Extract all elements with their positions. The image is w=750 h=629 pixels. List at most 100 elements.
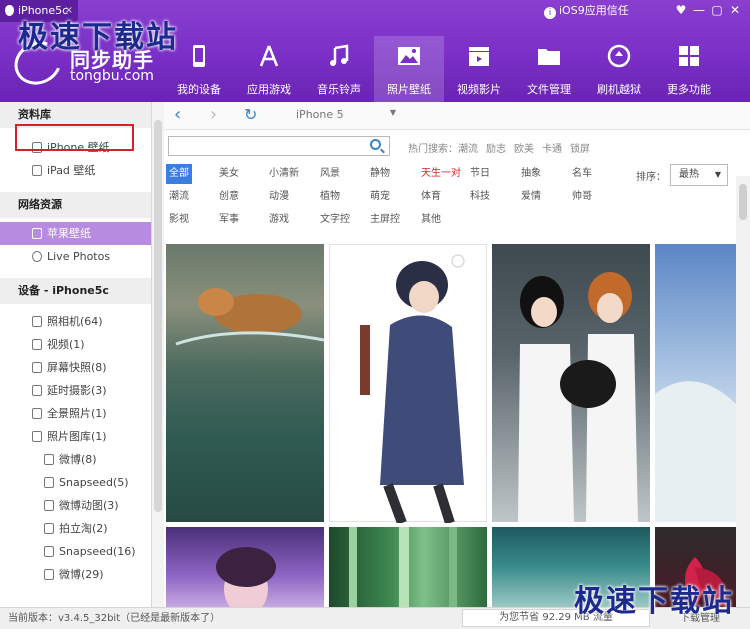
- snow-landscape-image: [655, 381, 736, 522]
- window-controls: ♥ — ▢ ✕: [672, 3, 744, 17]
- hot-term[interactable]: 励志: [486, 144, 506, 155]
- toolbar: ‹ › ↻ iPhone 5 ▼: [164, 102, 750, 130]
- category-item[interactable]: 节日: [467, 164, 493, 184]
- sidebar-item-live-photos[interactable]: Live Photos: [0, 245, 151, 268]
- wallpaper-thumbnail[interactable]: [329, 244, 487, 525]
- sidebar-item-timelapse[interactable]: 延时摄影(3): [0, 379, 151, 402]
- category-item[interactable]: 军事: [216, 210, 242, 230]
- close-button[interactable]: ✕: [726, 3, 744, 17]
- category-item[interactable]: 抽象: [518, 164, 544, 184]
- wallpaper-thumbnail[interactable]: [329, 527, 487, 607]
- category-item[interactable]: 名车: [569, 164, 595, 184]
- wallpaper-thumbnail[interactable]: [166, 527, 324, 607]
- sidebar-subitem[interactable]: 微博动图(3): [0, 494, 151, 517]
- category-item[interactable]: 文字控: [317, 210, 353, 230]
- album-icon: [32, 431, 42, 442]
- category-item[interactable]: 影视: [166, 210, 192, 230]
- sidebar-item-panorama[interactable]: 全景照片(1): [0, 402, 151, 425]
- sidebar-subitem[interactable]: 拍立淘(2): [0, 517, 151, 540]
- nav-apps-games[interactable]: 应用游戏: [234, 36, 304, 102]
- nav-label: 文件管理: [527, 83, 571, 96]
- album-icon: [44, 523, 54, 534]
- search-icon[interactable]: [370, 139, 381, 150]
- category-item[interactable]: 科技: [467, 187, 493, 207]
- category-item[interactable]: 游戏: [266, 210, 292, 230]
- category-item[interactable]: 美女: [216, 164, 242, 184]
- album-icon: [44, 500, 54, 511]
- sort-select[interactable]: 最热 ▼: [670, 164, 728, 186]
- nav-music[interactable]: 音乐铃声: [304, 36, 374, 102]
- nav-flash-jailbreak[interactable]: 刷机越狱: [584, 36, 654, 102]
- camera-icon: [32, 316, 42, 327]
- sidebar-subitem[interactable]: 微博(29): [0, 563, 151, 586]
- category-item[interactable]: 植物: [317, 187, 343, 207]
- hot-term[interactable]: 卡通: [542, 144, 562, 155]
- forward-button[interactable]: ›: [210, 105, 217, 125]
- category-item[interactable]: 帅哥: [569, 187, 595, 207]
- scrollbar-thumb[interactable]: [154, 120, 162, 512]
- category-item[interactable]: 潮流: [166, 187, 192, 207]
- sidebar-item-label: 屏幕快照(8): [47, 361, 107, 374]
- sort-label: 排序：: [636, 172, 666, 183]
- ios9-trust-link[interactable]: i iOS9应用信任: [544, 3, 629, 19]
- album-icon: [32, 408, 42, 419]
- sidebar-header-device: 设备 - iPhone5c: [0, 278, 151, 304]
- minimize-button[interactable]: —: [690, 3, 708, 17]
- ipad-icon: [32, 165, 42, 176]
- sort-value: 最热: [679, 169, 699, 180]
- wallpaper-thumbnail[interactable]: [166, 244, 325, 522]
- category-all[interactable]: 全部: [166, 164, 192, 184]
- album-icon: [44, 569, 54, 580]
- sidebar-subitem[interactable]: Snapseed(16): [0, 540, 151, 563]
- sidebar-scrollbar[interactable]: [152, 102, 164, 607]
- tiger-image: [175, 288, 325, 346]
- category-item[interactable]: 小清新: [266, 164, 302, 184]
- search-input[interactable]: [168, 136, 390, 156]
- sidebar-item-apple-wallpaper[interactable]: 苹果壁纸: [0, 222, 151, 245]
- sidebar-item-ipad-wallpaper[interactable]: iPad 壁纸: [0, 159, 151, 182]
- two-girls-image: [518, 272, 638, 522]
- category-item[interactable]: 天生一对: [418, 164, 464, 184]
- sidebar-item-video[interactable]: 视频(1): [0, 333, 151, 356]
- hot-term[interactable]: 潮流: [458, 144, 478, 155]
- hot-term[interactable]: 欧美: [514, 144, 534, 155]
- category-item[interactable]: 静物: [367, 164, 393, 184]
- device-select[interactable]: iPhone 5 ▼: [296, 108, 396, 121]
- scrollbar-thumb[interactable]: [739, 184, 747, 220]
- refresh-button[interactable]: ↻: [244, 105, 257, 125]
- sidebar-item-screenshots[interactable]: 屏幕快照(8): [0, 356, 151, 379]
- nav-video[interactable]: 视频影片: [444, 36, 514, 102]
- category-item[interactable]: 萌宠: [367, 187, 393, 207]
- sidebar-item-label: 微博动图(3): [59, 499, 119, 512]
- selection-highlight-box: [15, 124, 134, 151]
- nav-more[interactable]: 更多功能: [654, 36, 724, 102]
- maximize-button[interactable]: ▢: [708, 3, 726, 17]
- wallpaper-thumbnail[interactable]: [655, 244, 736, 522]
- bamboo-image: [349, 527, 457, 607]
- picture-icon: [32, 228, 42, 239]
- sidebar-subitem[interactable]: Snapseed(5): [0, 471, 151, 494]
- sidebar-subitem[interactable]: 微博(8): [0, 448, 151, 471]
- sidebar-item-label: 视频(1): [47, 338, 85, 351]
- category-item[interactable]: 主屏控: [367, 210, 403, 230]
- favorite-icon[interactable]: ♥: [672, 3, 690, 17]
- logo-subtitle: tongbu.com: [70, 68, 154, 84]
- sidebar-item-camera[interactable]: 照相机(64): [0, 310, 151, 333]
- category-item[interactable]: 其他: [418, 210, 444, 230]
- category-item[interactable]: 爱情: [518, 187, 544, 207]
- category-item[interactable]: 创意: [216, 187, 242, 207]
- wallpaper-thumbnail[interactable]: [492, 244, 650, 522]
- wallpaper-grid: [164, 240, 736, 607]
- category-item[interactable]: 动漫: [266, 187, 292, 207]
- portrait-image: [216, 547, 276, 607]
- category-item[interactable]: 体育: [418, 187, 444, 207]
- nav-file-manager[interactable]: 文件管理: [514, 36, 584, 102]
- category-item[interactable]: 风景: [317, 164, 343, 184]
- hot-term[interactable]: 锁屏: [570, 144, 590, 155]
- content-scrollbar[interactable]: [736, 176, 750, 607]
- sidebar-item-photo-library[interactable]: 照片图库(1): [0, 425, 151, 448]
- app-store-icon: [259, 45, 279, 67]
- nav-label: 照片壁纸: [387, 83, 431, 96]
- nav-photos-wallpaper[interactable]: 照片壁纸: [374, 36, 444, 102]
- back-button[interactable]: ‹: [174, 105, 181, 125]
